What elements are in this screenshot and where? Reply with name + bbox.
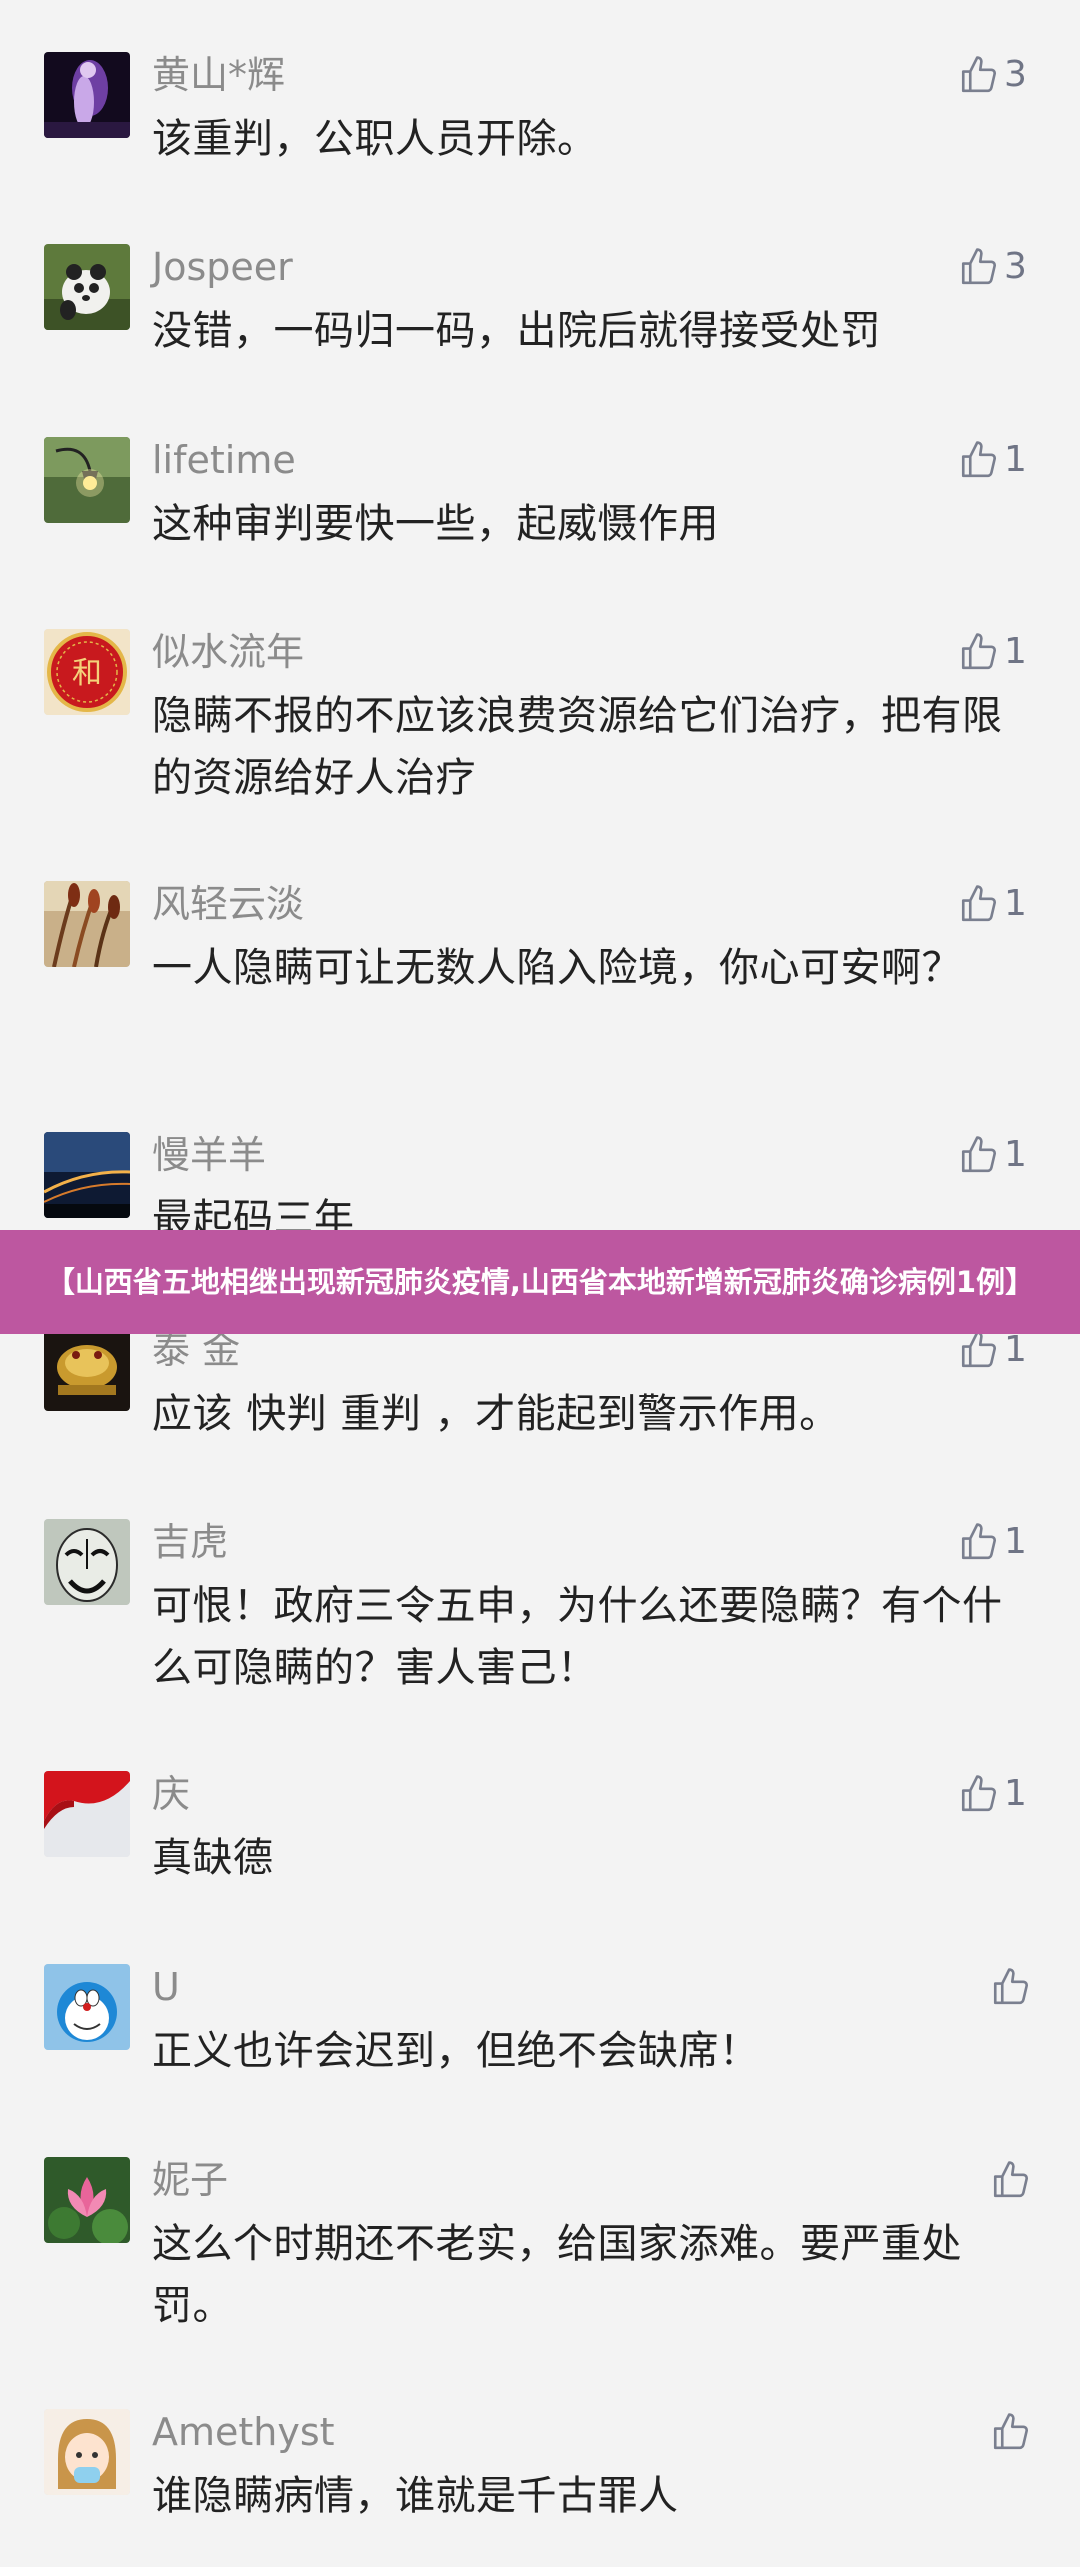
thumbs-up-icon (961, 633, 996, 670)
night-road-avatar[interactable] (44, 1132, 130, 1218)
like-button[interactable]: 1 (958, 1130, 1027, 1180)
comment-username[interactable]: U (152, 1962, 180, 2012)
like-button[interactable] (990, 1962, 1036, 2012)
thumbs-up-icon (961, 441, 996, 478)
reeds-avatar[interactable] (44, 881, 130, 967)
comment-text: 这种审判要快一些，起威慑作用 (152, 501, 719, 547)
comment-text: 谁隐瞒病情，谁就是千古罪人 (152, 2473, 679, 2519)
comment-item: Amethyst 谁隐瞒病情，谁就是千古罪人 (0, 2407, 1080, 2519)
night-figure-avatar[interactable] (44, 52, 130, 138)
opera-mask-avatar[interactable] (44, 1519, 130, 1605)
thumbs-up-icon (961, 885, 996, 922)
thumbs-up-icon (961, 248, 996, 285)
comment-text: 可恨！政府三令五申，为什么还要隐瞒？有个什么可隐瞒的？害人害己！ (152, 1583, 1003, 1691)
like-count: 3 (1004, 54, 1027, 95)
comment-item: 和 似水流年 隐瞒不报的不应该浪费资源给它们治疗，把有限的资源给好人治疗 1 (0, 627, 1080, 801)
comment-item: 黄山*辉 该重判，公职人员开除。 3 (0, 50, 1080, 162)
comment-text: 该重判，公职人员开除。 (152, 116, 598, 162)
like-count: 1 (1004, 631, 1027, 672)
doraemon-avatar[interactable] (44, 1964, 130, 2050)
like-count: 1 (1004, 1134, 1027, 1175)
like-button[interactable] (990, 2155, 1036, 2205)
cartoon-girl-avatar[interactable] (44, 2409, 130, 2495)
like-button[interactable]: 1 (958, 435, 1027, 485)
comment-text: 正义也许会迟到，但绝不会缺席！ (152, 2028, 760, 2074)
comment-text: 真缺德 (152, 1835, 274, 1881)
like-button[interactable]: 1 (958, 627, 1027, 677)
thumbs-up-icon (961, 1136, 996, 1173)
like-button[interactable]: 1 (958, 879, 1027, 929)
thumbs-up-icon (961, 1523, 996, 1560)
like-button[interactable]: 3 (958, 50, 1027, 100)
thumbs-up-icon (993, 1968, 1028, 2005)
comment-username[interactable]: Amethyst (152, 2407, 335, 2457)
comment-username[interactable]: 风轻云淡 (152, 879, 304, 929)
comment-text: 应该 快判 重判 ，才能起到警示作用。 (152, 1391, 840, 1437)
like-button[interactable]: 1 (958, 1517, 1027, 1567)
thumbs-up-icon (993, 2161, 1028, 2198)
comment-username[interactable]: 慢羊羊 (152, 1130, 266, 1180)
comment-text: 没错，一码归一码，出院后就得接受处罚 (152, 308, 881, 354)
comment-item: 风轻云淡 一人隐瞒可让无数人陷入险境，你心可安啊？ 1 (0, 879, 1080, 1049)
comment-username[interactable]: lifetime (152, 435, 296, 485)
he-character-avatar[interactable]: 和 (44, 629, 130, 715)
like-count: 3 (1004, 246, 1027, 287)
comment-item: 妮子 这么个时期还不老实，给国家添难。要严重处罚。 (0, 2155, 1080, 2329)
comment-username[interactable]: 黄山*辉 (152, 50, 285, 100)
thumbs-up-icon (961, 1331, 996, 1368)
thumbs-up-icon (993, 2413, 1028, 2450)
like-count: 1 (1004, 439, 1027, 480)
street-lamp-avatar[interactable] (44, 437, 130, 523)
comment-text: 隐瞒不报的不应该浪费资源给它们治疗，把有限的资源给好人治疗 (152, 693, 1003, 801)
svg-text:和: 和 (72, 656, 102, 691)
panda-avatar[interactable] (44, 244, 130, 330)
comment-item: 泰 金 应该 快判 重判 ，才能起到警示作用。 1 (0, 1305, 1080, 1437)
comment-text: 一人隐瞒可让无数人陷入险境，你心可安啊？ (152, 945, 962, 991)
comment-item: U 正义也许会迟到，但绝不会缺席！ (0, 1962, 1080, 2074)
comment-item: Jospeer 没错，一码归一码，出院后就得接受处罚 3 (0, 242, 1080, 354)
red-flag-avatar[interactable] (44, 1771, 130, 1857)
like-count: 1 (1004, 1521, 1027, 1562)
comment-username[interactable]: Jospeer (152, 242, 293, 292)
comment-item: 慢羊羊 最起码三年 1 (0, 1130, 1080, 1242)
like-button[interactable]: 3 (958, 242, 1027, 292)
like-count: 1 (1004, 1773, 1027, 1814)
headline-banner-text: 【山西省五地相继出现新冠肺炎疫情,山西省本地新增新冠肺炎确诊病例1例】 (45, 1265, 1035, 1299)
headline-banner[interactable]: 【山西省五地相继出现新冠肺炎疫情,山西省本地新增新冠肺炎确诊病例1例】 (0, 1230, 1080, 1334)
comment-text: 这么个时期还不老实，给国家添难。要严重处罚。 (152, 2221, 962, 2329)
thumbs-up-icon (961, 1775, 996, 1812)
comment-username[interactable]: 吉虎 (152, 1517, 228, 1567)
comment-item: 庆 真缺德 1 (0, 1769, 1080, 1881)
comment-username[interactable]: 似水流年 (152, 627, 304, 677)
comment-item: lifetime 这种审判要快一些，起威慑作用 1 (0, 435, 1080, 547)
comment-username[interactable]: 妮子 (152, 2155, 228, 2205)
lotus-avatar[interactable] (44, 2157, 130, 2243)
comment-username[interactable]: 庆 (152, 1769, 190, 1819)
like-button[interactable] (990, 2407, 1036, 2457)
like-count: 1 (1004, 883, 1027, 924)
comment-item: 吉虎 可恨！政府三令五申，为什么还要隐瞒？有个什么可隐瞒的？害人害己！ 1 (0, 1517, 1080, 1691)
thumbs-up-icon (961, 56, 996, 93)
like-button[interactable]: 1 (958, 1769, 1027, 1819)
